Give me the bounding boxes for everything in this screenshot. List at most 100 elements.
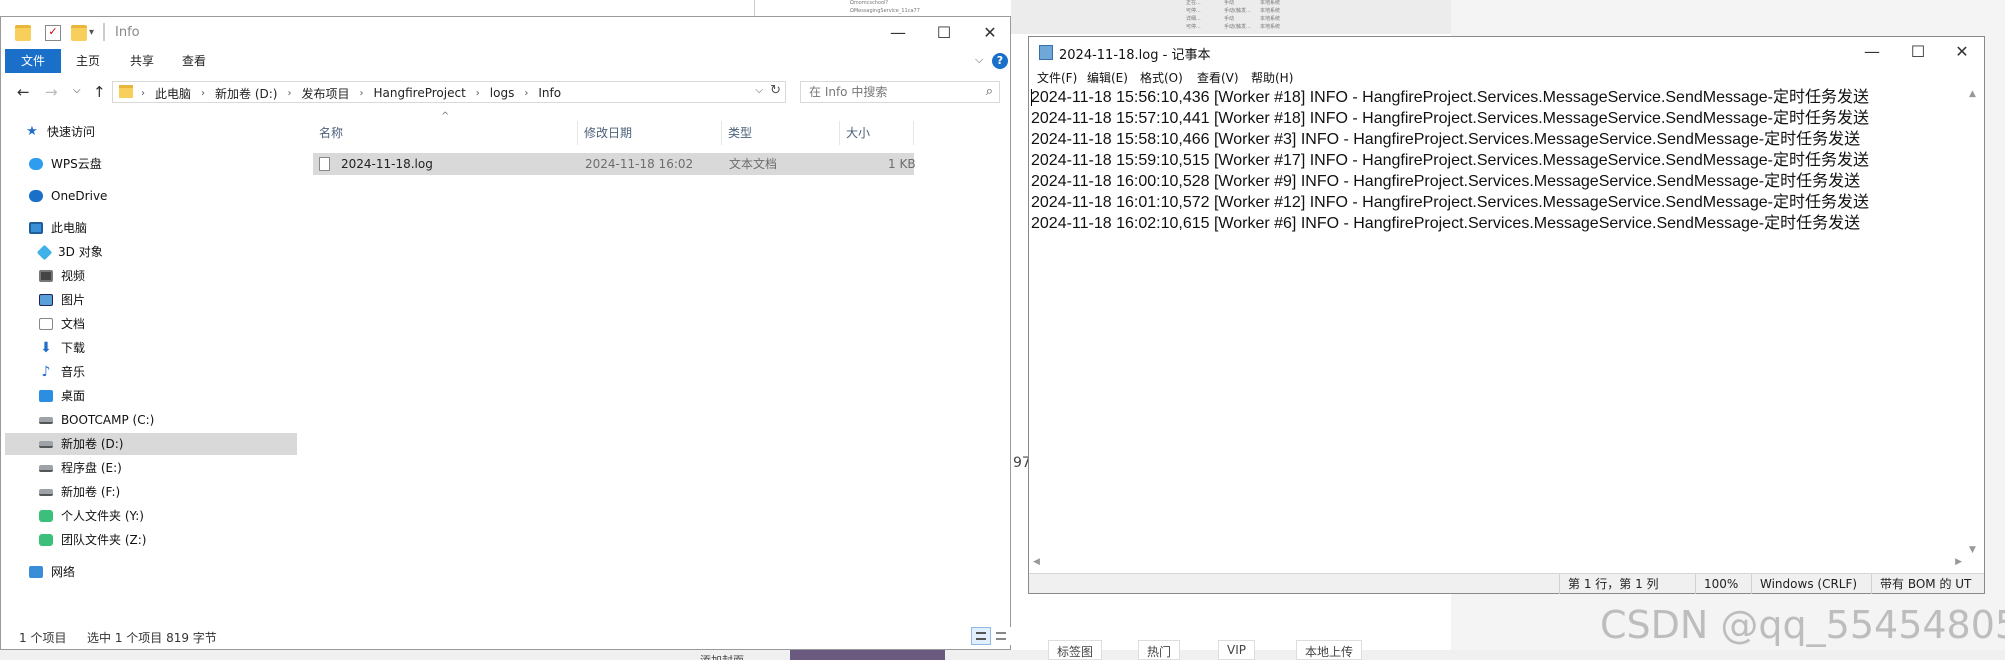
nav-item-documents[interactable]: 文档 — [39, 313, 85, 335]
selection-info: 选中 1 个项目 819 字节 — [87, 631, 217, 645]
nav-item-label: 图片 — [61, 293, 86, 307]
search-icon[interactable]: ⌕ — [986, 84, 993, 99]
nav-item-label: 新加卷 (D:) — [61, 437, 124, 451]
nav-item-drive-y[interactable]: 个人文件夹 (Y:) — [39, 505, 144, 527]
chevron-right-icon[interactable]: › — [360, 88, 364, 99]
tab-view[interactable]: 查看 — [171, 49, 217, 73]
close-button[interactable]: ✕ — [967, 17, 1013, 49]
nav-item-this-pc[interactable]: 此电脑 — [29, 217, 87, 239]
nav-item-label: 此电脑 — [51, 221, 88, 235]
breadcrumb-item[interactable]: 发布项目 — [301, 85, 349, 102]
background-tab[interactable]: 本地上传 — [1296, 640, 1363, 660]
minimize-button[interactable]: — — [875, 17, 921, 49]
breadcrumb-item[interactable]: Info — [538, 86, 561, 100]
notepad-title-bar[interactable]: 2024-11-18.log - 记事本 — ☐ ✕ — [1029, 37, 1984, 67]
nav-item-drive-e[interactable]: 程序盘 (E:) — [39, 457, 122, 479]
table-row[interactable]: 2024-11-18.log 2024-11-18 16:02 文本文档 1 K… — [313, 153, 916, 175]
background-row-account: 本地系统 — [1260, 8, 1281, 14]
background-row-status: 可停... — [1186, 24, 1201, 30]
details-view-button[interactable] — [971, 627, 991, 645]
breadcrumb-item[interactable]: HangfireProject — [374, 86, 466, 100]
nav-item-desktop[interactable]: 桌面 — [39, 385, 85, 407]
background-tab[interactable]: VIP — [1218, 640, 1255, 660]
log-line: 2024-11-18 15:58:10,466 [Worker #3] INFO… — [1031, 131, 1861, 148]
chevron-right-icon[interactable]: › — [201, 88, 205, 99]
expand-ribbon-icon[interactable]: ⌵ — [975, 53, 983, 67]
nav-item-drive-z[interactable]: 团队文件夹 (Z:) — [39, 529, 146, 551]
background-add-cover: 添加封面 — [700, 652, 744, 660]
maximize-button[interactable]: ☐ — [921, 17, 967, 49]
forward-button[interactable]: → — [45, 83, 58, 101]
nav-item-drive-f[interactable]: 新加卷 (F:) — [39, 481, 120, 503]
nav-item-drive-c[interactable]: BOOTCAMP (C:) — [39, 409, 154, 431]
column-header-type[interactable]: 类型 — [722, 121, 840, 145]
tab-file[interactable]: 文件 — [5, 49, 61, 73]
column-header-size[interactable]: 大小 — [840, 121, 914, 145]
scroll-right-icon[interactable]: ▶ — [1955, 557, 1962, 567]
folder-icon — [15, 25, 31, 41]
text-file-icon — [319, 157, 330, 171]
nav-item-pictures[interactable]: 图片 — [39, 289, 85, 311]
back-button[interactable]: ← — [17, 83, 30, 101]
maximize-button[interactable]: ☐ — [1895, 37, 1941, 67]
background-tab[interactable]: 热门 — [1138, 640, 1181, 660]
scroll-left-icon[interactable]: ◀ — [1033, 557, 1040, 567]
minimize-button[interactable]: — — [1849, 37, 1895, 67]
column-header-date[interactable]: 修改日期 — [578, 121, 722, 145]
nav-item-network[interactable]: 网络 — [29, 561, 75, 583]
nav-item-label: 个人文件夹 (Y:) — [61, 509, 144, 523]
breadcrumb-item[interactable]: 此电脑 — [155, 85, 191, 102]
close-button[interactable]: ✕ — [1939, 37, 1985, 67]
chevron-right-icon[interactable]: › — [141, 88, 145, 99]
chevron-right-icon[interactable]: › — [287, 88, 291, 99]
nav-item-wps-cloud[interactable]: WPS云盘 — [29, 153, 102, 175]
nav-item-onedrive[interactable]: OneDrive — [29, 185, 107, 207]
notepad-text-area[interactable]: 2024-11-18 15:56:10,436 [Worker #18] INF… — [1031, 87, 1966, 555]
nav-item-label: BOOTCAMP (C:) — [61, 413, 155, 427]
network-icon — [29, 566, 43, 578]
search-box[interactable]: ⌕ — [800, 81, 1000, 103]
folder-icon — [119, 85, 133, 98]
menu-view[interactable]: 查看(V) — [1197, 69, 1239, 86]
menu-help[interactable]: 帮助(H) — [1251, 69, 1293, 86]
column-header-name[interactable]: 名称 — [313, 121, 578, 145]
breadcrumb-item[interactable]: logs — [490, 86, 515, 100]
nav-item-music[interactable]: ♪ 音乐 — [39, 361, 85, 383]
horizontal-scrollbar[interactable]: ◀ ▶ — [1029, 555, 1966, 573]
tab-share[interactable]: 共享 — [117, 49, 167, 73]
scroll-down-icon[interactable]: ▼ — [1969, 545, 1976, 555]
menu-format[interactable]: 格式(O) — [1140, 69, 1183, 86]
search-input[interactable] — [809, 84, 969, 100]
nav-item-videos[interactable]: 视频 — [39, 265, 85, 287]
address-bar[interactable]: › 此电脑 › 新加卷 (D:) › 发布项目 › HangfireProjec… — [112, 81, 786, 103]
drive-icon — [39, 464, 53, 472]
recent-locations-button[interactable]: ⌵ — [73, 85, 81, 96]
menu-edit[interactable]: 编辑(E) — [1087, 69, 1128, 86]
chevron-right-icon[interactable]: › — [476, 88, 480, 99]
refresh-icon[interactable]: ↻ — [770, 83, 781, 98]
chevron-right-icon[interactable]: › — [524, 88, 528, 99]
menu-file[interactable]: 文件(F) — [1037, 69, 1077, 86]
background-bottom-bar — [0, 650, 2005, 660]
explorer-title-bar[interactable]: ✓ ▾ Info — ☐ ✕ — [1, 17, 1010, 49]
desktop-icon — [39, 390, 53, 402]
help-icon[interactable]: ? — [992, 53, 1008, 69]
large-icons-view-button[interactable] — [991, 627, 1011, 645]
log-line: 2024-11-18 15:56:10,436 [Worker #18] INF… — [1031, 89, 1870, 106]
3d-objects-icon — [36, 244, 53, 260]
address-dropdown-icon[interactable]: ⌵ — [755, 85, 763, 96]
nav-item-drive-d[interactable]: 新加卷 (D:) — [5, 433, 297, 455]
properties-icon[interactable]: ✓ — [45, 25, 61, 41]
up-button[interactable]: ↑ — [93, 83, 106, 101]
breadcrumb-item[interactable]: 新加卷 (D:) — [215, 85, 277, 102]
background-row-account: 本地系统 — [1260, 16, 1281, 22]
nav-item-downloads[interactable]: ⬇ 下载 — [39, 337, 85, 359]
new-folder-icon[interactable] — [71, 25, 87, 41]
nav-item-quick-access[interactable]: ★ 快速访问 — [25, 121, 95, 143]
nav-item-3d-objects[interactable]: 3D 对象 — [36, 241, 103, 263]
scroll-up-icon[interactable]: ▲ — [1969, 89, 1976, 99]
vertical-scrollbar[interactable]: ▲ ▼ — [1966, 87, 1984, 557]
tab-home[interactable]: 主页 — [65, 49, 111, 73]
nav-item-label: WPS云盘 — [51, 157, 102, 171]
background-tab[interactable]: 标签图 — [1048, 640, 1103, 660]
